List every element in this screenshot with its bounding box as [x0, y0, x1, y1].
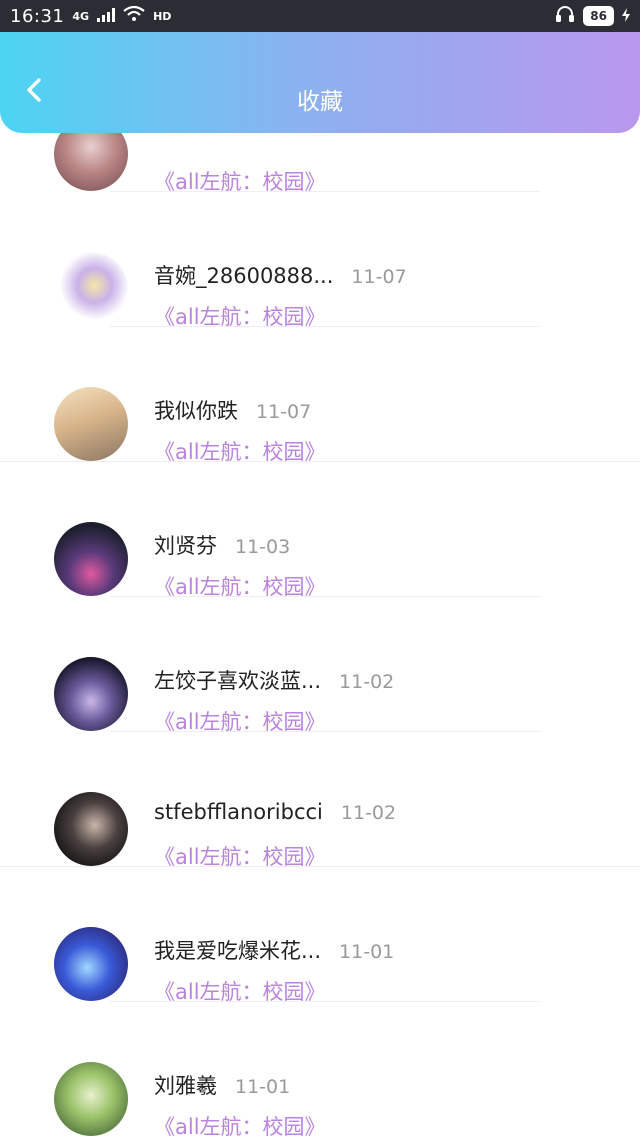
user-name[interactable]: 刘贤芬 — [154, 530, 217, 560]
favorite-date: 11-01 — [339, 941, 395, 963]
network-type: 4G — [72, 9, 90, 23]
name-line: 音婉_28600888... 11-07 — [154, 260, 407, 290]
work-title[interactable]: 《all左航：校园》 — [154, 1111, 326, 1141]
list-item[interactable]: 音婉_28600888... 11-07 《all左航：校园》 — [0, 192, 640, 329]
user-name[interactable]: 我是爱吃爆米花... — [154, 935, 321, 965]
favorite-date: 11-02 — [340, 802, 397, 824]
favorite-date: 11-02 — [339, 671, 395, 693]
charging-icon — [622, 7, 630, 26]
list-item[interactable]: 刘贤芬 11-03 《all左航：校园》 — [0, 462, 640, 599]
favorite-date: 11-07 — [256, 401, 312, 423]
user-name[interactable]: 我似你跌 — [154, 395, 238, 425]
name-line: 左饺子喜欢淡蓝... 11-02 — [154, 665, 394, 695]
list-item[interactable]: 刘雅羲 11-01 《all左航：校园》 — [0, 1002, 640, 1139]
name-line: stfebfflanoribcci 11-02 — [154, 800, 396, 824]
name-line: 我似你跌 11-07 — [154, 395, 311, 425]
signal-icon — [97, 7, 116, 26]
favorite-date: 11-07 — [351, 266, 407, 288]
favorite-date: 11-03 — [235, 536, 291, 558]
avatar[interactable] — [54, 522, 128, 596]
status-left: 16:31 4G HD — [10, 6, 171, 27]
list-item[interactable]: 我是爱吃爆米花... 11-01 《all左航：校园》 — [0, 867, 640, 1004]
list-item[interactable]: 我似你跌 11-07 《all左航：校园》 — [0, 327, 640, 464]
status-time: 16:31 — [10, 5, 65, 27]
avatar[interactable] — [54, 792, 128, 866]
avatar[interactable] — [54, 1062, 128, 1136]
user-name[interactable]: 音婉_28600888... — [154, 260, 333, 290]
status-bar: 16:31 4G HD 86 — [0, 0, 640, 32]
avatar[interactable] — [54, 387, 128, 461]
header-bar: 收藏 — [0, 32, 640, 133]
wifi-icon — [123, 5, 145, 26]
favorite-date: 11-01 — [235, 1076, 291, 1098]
avatar[interactable] — [54, 657, 128, 731]
user-name[interactable]: 左饺子喜欢淡蓝... — [154, 665, 321, 695]
hd-badge: HD — [153, 9, 172, 23]
name-line: 刘贤芬 11-03 — [154, 530, 290, 560]
page-title: 收藏 — [297, 89, 343, 115]
name-line: 我是爱吃爆米花... 11-01 — [154, 935, 394, 965]
list-item[interactable]: stfebfflanoribcci 11-02 《all左航：校园》 — [0, 732, 640, 869]
status-right: 86 — [555, 5, 630, 27]
user-name[interactable]: 刘雅羲 — [154, 1070, 217, 1100]
user-name[interactable]: stfebfflanoribcci — [154, 800, 323, 824]
battery-level: 86 — [583, 6, 614, 26]
favorites-list: 《all左航：校园》 音婉_28600888... 11-07 《all左航：校… — [0, 57, 640, 1139]
name-line: 刘雅羲 11-01 — [154, 1070, 290, 1100]
list-item[interactable]: 左饺子喜欢淡蓝... 11-02 《all左航：校园》 — [0, 597, 640, 734]
avatar[interactable] — [54, 252, 128, 326]
avatar[interactable] — [54, 927, 128, 1001]
headphones-icon — [555, 5, 575, 27]
